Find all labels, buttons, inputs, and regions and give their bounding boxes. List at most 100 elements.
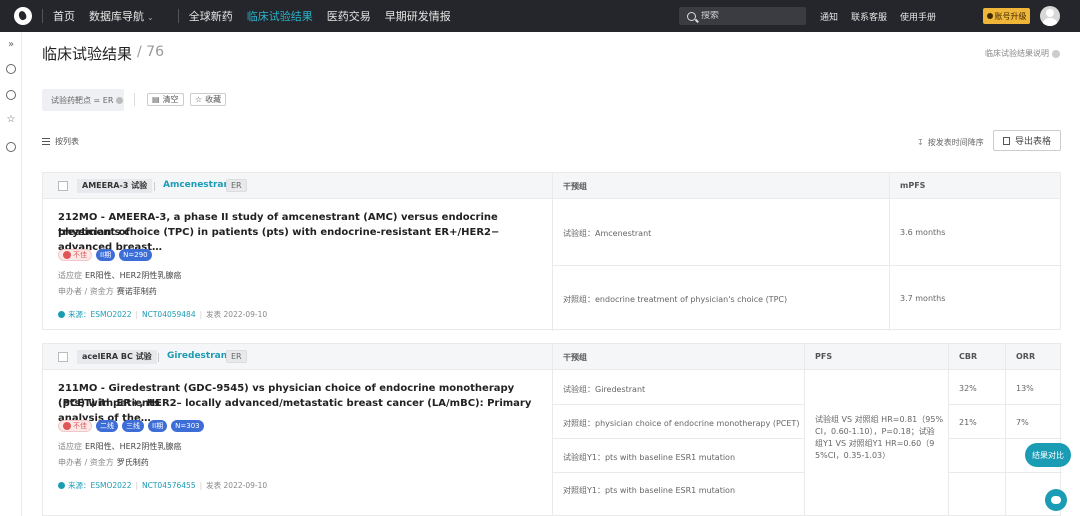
nav-home[interactable]: 首页	[53, 8, 75, 24]
sponsor-value: 罗氏制药	[116, 458, 149, 467]
phase-tag: II期	[96, 249, 116, 261]
export-label: 导出表格	[1014, 137, 1051, 147]
pfs-cell-line: 试验组 VS 对照组 HR=0.81（95%	[815, 415, 944, 424]
column-header-orr: ORR	[1016, 352, 1036, 361]
header-divider	[154, 182, 155, 191]
select-checkbox[interactable]	[58, 352, 68, 362]
view-toggle[interactable]: 按列表	[42, 136, 79, 147]
warning-icon	[63, 422, 71, 430]
history-icon[interactable]	[6, 142, 16, 152]
source-link[interactable]: 来源：ESMO2022	[68, 480, 131, 491]
export-button[interactable]: 导出表格	[993, 130, 1061, 151]
source-link[interactable]: 来源：ESMO2022	[68, 309, 131, 320]
sponsor-label: 申办者 / 资金方	[58, 287, 114, 296]
verified-icon	[58, 482, 65, 489]
sample-size-tag: N=303	[171, 420, 204, 432]
chat-bubble-icon	[1051, 496, 1061, 504]
result-count: / 76	[137, 44, 164, 60]
row-divider	[552, 472, 804, 473]
search-box[interactable]	[679, 7, 806, 25]
filter-tag-label: 试验药靶点 = ER	[51, 95, 114, 105]
indication-line: 适应症 ER阳性、HER2阴性乳腺癌	[58, 441, 181, 452]
verified-icon	[58, 311, 65, 318]
compare-label: 结果对比	[1032, 450, 1064, 460]
close-icon[interactable]	[116, 96, 124, 104]
chat-button[interactable]	[1045, 489, 1067, 511]
save-filter-button[interactable]: ☆ 收藏	[190, 93, 227, 106]
sponsor-value: 赛诺菲制药	[116, 287, 157, 296]
star-icon[interactable]: ☆	[6, 115, 16, 125]
save-label: 收藏	[205, 95, 222, 104]
avatar[interactable]	[1040, 6, 1060, 26]
group-cell: 对照组：endocrine treatment of physician's c…	[563, 295, 788, 304]
column-header-group: 干预组	[563, 353, 587, 362]
search-input[interactable]	[701, 11, 801, 21]
row-divider	[552, 265, 1062, 266]
help-icon	[1052, 49, 1060, 58]
group-cell: 试验组：Giredestrant	[563, 385, 646, 394]
manual-link[interactable]: 使用手册	[900, 10, 936, 23]
published-date: 发表 2022-09-10	[206, 481, 268, 490]
target-badge: ER	[226, 350, 247, 363]
notifications-link[interactable]: 通知	[820, 10, 838, 23]
support-link[interactable]: 联系客服	[851, 10, 887, 23]
column-header-group: 干预组	[563, 182, 587, 191]
select-checkbox[interactable]	[58, 181, 68, 191]
column-divider	[552, 344, 553, 516]
column-divider	[552, 173, 553, 331]
search-icon	[687, 11, 696, 21]
compass-icon[interactable]	[6, 90, 16, 100]
nav-deals[interactable]: 医药交易	[327, 8, 371, 24]
outcome-tag: 不佳	[58, 420, 92, 432]
nav-database-label: 数据库导航	[89, 10, 144, 23]
line-tag: 三线	[122, 420, 144, 432]
group-cell: 对照组Y1：pts with baseline ESR1 mutation	[563, 486, 736, 495]
target-badge: ER	[226, 179, 247, 192]
source-line: 来源：ESMO2022 | NCT04059484 | 发表 2022-09-1…	[58, 309, 267, 320]
logo-icon[interactable]	[14, 7, 32, 25]
trash-icon: ▤	[152, 95, 160, 104]
column-header-pfs: PFS	[815, 352, 833, 361]
row-divider	[552, 404, 804, 405]
nav-divider	[177, 9, 179, 23]
export-icon	[1002, 136, 1010, 145]
column-header-mpfs: mPFS	[900, 181, 926, 190]
column-header-cbr: CBR	[959, 352, 978, 361]
source-divider: |	[199, 481, 203, 490]
pfs-cell-line: 5%CI，0.35-1.03）	[815, 451, 891, 460]
nav-database[interactable]: 数据库导航 ⌄	[89, 8, 154, 24]
trial-name: AMEERA-3 试验	[77, 179, 153, 193]
clear-button[interactable]: ▤ 清空	[147, 93, 184, 106]
nav-early-rd[interactable]: 早期研发情报	[385, 8, 451, 24]
source-divider: |	[199, 310, 203, 319]
filter-tag[interactable]: 试验药靶点 = ER	[42, 89, 124, 111]
right-nav: 通知 联系客服 使用手册	[820, 0, 949, 32]
indication-value: ER阳性、HER2阴性乳腺癌	[85, 271, 182, 280]
group-cell: 试验组：Amcenestrant	[563, 229, 652, 238]
cbr-cell: 32%	[959, 384, 977, 393]
chat-icon[interactable]	[6, 64, 16, 74]
outcome-tag-label: 不佳	[73, 422, 87, 430]
star-icon: ☆	[195, 95, 203, 104]
result-card: AMEERA-3 试验 Amcenestrant ER 干预组 mPFS 212…	[42, 172, 1062, 331]
chevron-down-icon: ⌄	[147, 13, 154, 22]
compare-results-button[interactable]: 结果对比	[1025, 443, 1071, 467]
nct-link[interactable]: NCT04576455	[142, 481, 196, 490]
sort-control[interactable]: ↧ 按发表时间降序	[917, 137, 984, 148]
drug-link[interactable]: Amcenestrant	[163, 180, 234, 190]
indication-label: 适应症	[58, 271, 82, 280]
column-divider	[948, 344, 949, 516]
phase-tag: II期	[148, 420, 168, 432]
nav-clinical-results[interactable]: 临床试验结果	[247, 8, 313, 24]
nav-global-drugs[interactable]: 全球新药	[189, 8, 233, 24]
indication-label: 适应症	[58, 442, 82, 451]
upgrade-button[interactable]: 账号升级	[983, 8, 1030, 24]
nct-link[interactable]: NCT04059484	[142, 310, 196, 319]
help-link-label: 临床试验结果说明	[985, 49, 1049, 58]
column-divider	[1005, 344, 1006, 516]
expand-icon[interactable]: »	[6, 40, 16, 50]
drug-link[interactable]: Giredestrant	[167, 351, 231, 361]
column-divider	[889, 173, 890, 331]
sponsor-line: 申办者 / 资金方 赛诺菲制药	[58, 286, 157, 297]
help-link[interactable]: 临床试验结果说明	[985, 48, 1060, 59]
